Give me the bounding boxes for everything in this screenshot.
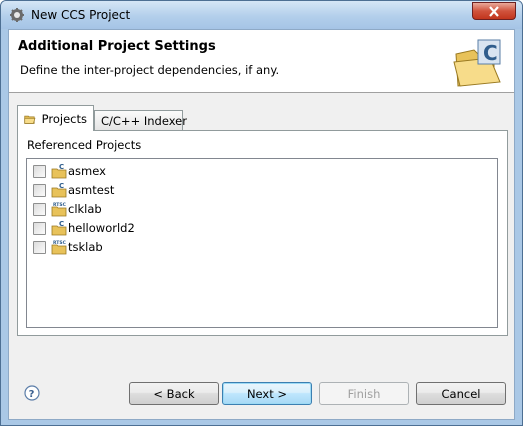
list-item[interactable]: C asmex <box>33 161 106 180</box>
cancel-button[interactable]: Cancel <box>416 382 506 405</box>
list-item[interactable]: RTSC clklab <box>33 199 102 218</box>
new-project-folder-icon: C <box>453 39 501 87</box>
svg-text:C: C <box>59 163 64 171</box>
list-item[interactable]: C asmtest <box>33 180 114 199</box>
referenced-projects-list[interactable]: C asmex C asmtest RTSC clklab C hellowor… <box>26 158 498 328</box>
svg-text:C: C <box>483 41 498 65</box>
dialog-client-area: Additional Project Settings Define the i… <box>8 29 515 420</box>
eclipse-gear-icon <box>10 8 24 22</box>
project-name: tsklab <box>68 239 103 254</box>
list-item[interactable]: RTSC tsklab <box>33 237 103 256</box>
project-name: asmtest <box>68 182 115 197</box>
checkbox[interactable] <box>33 165 46 178</box>
tab-projects[interactable]: Projects <box>17 105 94 131</box>
wizard-header: Additional Project Settings Define the i… <box>9 30 514 93</box>
referenced-projects-label: Referenced Projects <box>27 138 142 152</box>
svg-text:?: ? <box>29 389 35 400</box>
svg-text:RTSC: RTSC <box>53 202 67 208</box>
page-description: Define the inter-project dependencies, i… <box>20 63 280 77</box>
c-project-icon: C <box>51 220 67 235</box>
c-project-icon: C <box>51 163 67 178</box>
c-project-icon: C <box>51 182 67 197</box>
svg-text:C: C <box>59 220 64 228</box>
rtsc-project-icon: RTSC <box>51 240 67 254</box>
close-button[interactable] <box>472 2 516 20</box>
projects-tab-panel: Referenced Projects C asmex C asmtest RT… <box>17 130 508 336</box>
dialog-window: New CCS Project Additional Project Setti… <box>0 0 523 426</box>
window-title: New CCS Project <box>31 8 131 22</box>
checkbox[interactable] <box>33 222 46 235</box>
tab-projects-label: Projects <box>41 111 87 126</box>
checkbox[interactable] <box>33 241 46 254</box>
checkbox[interactable] <box>33 203 46 216</box>
close-icon <box>489 5 499 17</box>
project-name: helloworld2 <box>68 220 135 235</box>
project-name: clklab <box>68 201 102 216</box>
svg-text:C: C <box>59 182 64 190</box>
tab-cpp-indexer[interactable]: C/C++ Indexer <box>94 110 187 131</box>
folder-icon <box>24 115 36 124</box>
title-bar[interactable]: New CCS Project <box>1 1 522 29</box>
tab-cpp-indexer-label: C/C++ Indexer <box>101 114 187 128</box>
list-item[interactable]: C helloworld2 <box>33 218 135 237</box>
project-name: asmex <box>68 163 106 178</box>
rtsc-project-icon: RTSC <box>51 202 67 216</box>
svg-text:RTSC: RTSC <box>53 240 67 246</box>
help-icon[interactable]: ? <box>24 385 40 401</box>
checkbox[interactable] <box>33 184 46 197</box>
page-title: Additional Project Settings <box>18 39 216 54</box>
next-button[interactable]: Next > <box>222 382 312 405</box>
finish-button[interactable]: Finish <box>319 382 409 405</box>
back-button[interactable]: < Back <box>129 382 219 405</box>
